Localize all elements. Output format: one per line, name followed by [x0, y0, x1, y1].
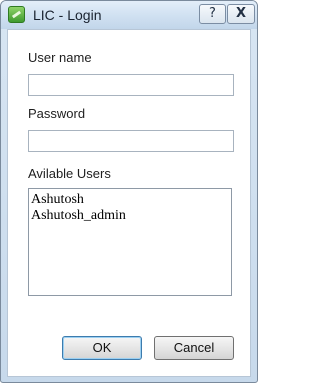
list-item[interactable]: Ashutosh_admin [31, 208, 229, 224]
password-label: Password [28, 106, 86, 121]
list-item[interactable]: Ashutosh [31, 192, 229, 208]
app-icon [8, 6, 25, 23]
username-label: User name [28, 50, 92, 65]
window-title: LIC - Login [33, 7, 102, 23]
available-users-label: Avilable Users [28, 166, 111, 181]
username-input[interactable] [28, 74, 234, 96]
dialog-body: User name Password Avilable Users Ashuto… [7, 29, 251, 377]
cancel-button[interactable]: Cancel [154, 336, 234, 360]
login-dialog: LIC - Login ? X User name Password Avila… [0, 0, 258, 383]
help-button[interactable]: ? [199, 4, 226, 24]
available-users-list[interactable]: Ashutosh Ashutosh_admin [28, 188, 232, 296]
ok-button[interactable]: OK [62, 336, 142, 360]
password-input[interactable] [28, 130, 234, 152]
close-button[interactable]: X [227, 4, 255, 24]
title-bar[interactable]: LIC - Login ? X [1, 1, 257, 29]
